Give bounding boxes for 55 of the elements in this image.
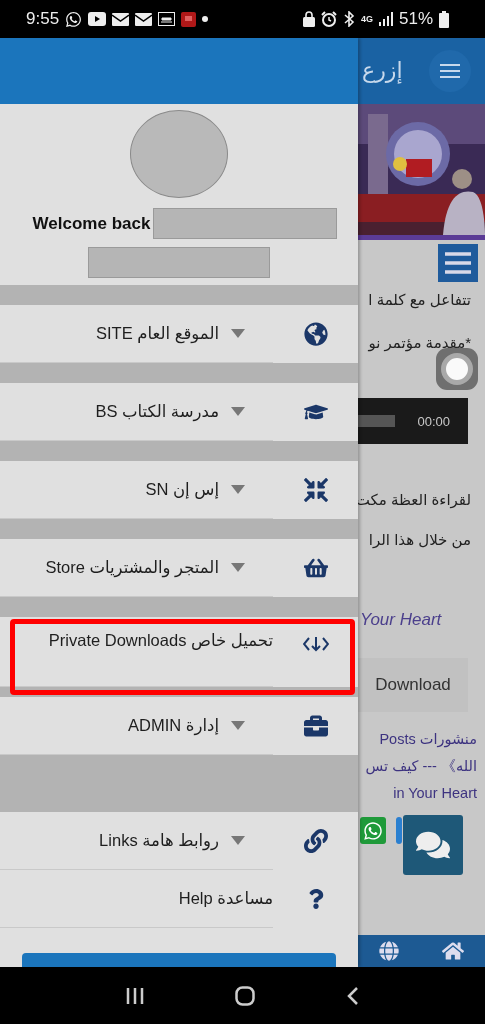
welcome-text: Welcome back — [32, 213, 151, 234]
clock: 9:55 — [26, 9, 60, 29]
home-icon[interactable] — [441, 940, 464, 962]
caret-icon — [231, 329, 245, 338]
mail-icon — [112, 12, 130, 26]
caret-icon — [231, 721, 245, 730]
post-link[interactable]: الله》 --- كيف تس — [358, 753, 485, 780]
signal-icon — [378, 12, 393, 26]
app-icon — [181, 11, 197, 27]
chat-button[interactable] — [403, 815, 463, 875]
article-text: *مقدمة مؤتمر نو — [367, 333, 472, 354]
article-text: من خلال هذا الرا — [367, 530, 472, 551]
globe-icon[interactable] — [379, 941, 400, 961]
battery-percent: 51% — [398, 9, 433, 29]
post-link[interactable]: in Your Heart — [358, 780, 485, 807]
page-title: إزرع — [362, 58, 403, 84]
caret-icon — [231, 407, 245, 416]
play-icon — [88, 12, 107, 26]
back-icon[interactable] — [347, 986, 360, 1005]
menu-icon — [440, 64, 460, 78]
progress-track — [358, 415, 396, 427]
download-button[interactable]: Download — [358, 658, 468, 712]
briefcase-icon — [303, 714, 328, 738]
touch-dot — [441, 353, 473, 385]
article-text: تتفاعل مع كلمة ا — [367, 290, 472, 311]
floating-touch-button[interactable] — [436, 348, 478, 390]
bluetooth-icon — [342, 11, 355, 27]
lock-icon — [302, 11, 315, 27]
caret-icon — [231, 485, 245, 494]
mail-icon — [135, 12, 153, 26]
image-icon — [158, 12, 176, 26]
article-link[interactable]: Your Heart — [358, 610, 485, 630]
globe-icon — [303, 322, 328, 346]
whatsapp-share-button[interactable] — [360, 817, 386, 844]
recent-apps-icon[interactable] — [125, 986, 144, 1005]
compress-arrows-icon — [303, 478, 328, 502]
alarm-icon — [320, 11, 337, 27]
network-label: 4G — [360, 14, 373, 24]
menu-icon — [445, 252, 471, 274]
menu-button[interactable] — [429, 50, 471, 92]
caret-icon — [231, 836, 245, 845]
menu-item[interactable]: مساعدة Help — [0, 870, 273, 928]
home-icon[interactable] — [235, 985, 256, 1006]
post-link[interactable]: منشورات Posts — [358, 726, 485, 753]
menu-button[interactable] — [438, 244, 478, 282]
phone-bubble-icon — [363, 820, 383, 841]
download-code-icon — [302, 635, 329, 653]
player-time: 00:00 — [417, 413, 450, 429]
audio-player[interactable]: 00:00 — [358, 398, 468, 444]
battery-icon — [439, 10, 449, 28]
link-icon — [303, 829, 328, 853]
caret-icon — [231, 563, 245, 572]
dot-icon — [202, 16, 209, 22]
basket-icon — [303, 556, 328, 580]
chat-bubble-icon — [65, 10, 83, 28]
